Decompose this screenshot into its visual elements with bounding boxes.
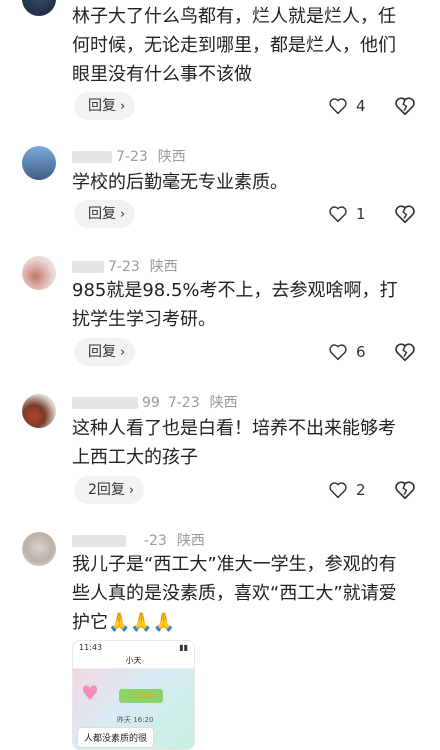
like-count: 6 [356,343,366,361]
comment-meta: 99 7-23 陕西 [72,392,238,412]
avatar[interactable] [22,0,56,16]
reply-label: 2回复 [88,482,125,498]
avatar[interactable] [22,146,56,180]
like-count: 1 [356,205,366,223]
thumb-message: 人都没素质的很 [77,727,155,748]
username-redacted [72,535,126,547]
heart-outline-icon [329,482,347,499]
reply-label: 回复 [88,344,116,360]
like-button[interactable]: 2 [328,478,366,502]
chevron-right-icon: › [120,99,126,114]
comment-date: -23 [144,533,167,549]
comment-location: 陕西 [209,395,238,411]
comment-meta: -23 陕西 [72,530,205,550]
avatar[interactable] [22,532,56,566]
emoji-bubble: ☺☺☺ [119,689,163,703]
comment-date: 7-23 [108,259,140,275]
attached-image[interactable]: 11:43 ▮▮ 小天 ♥ ☺☺☺ 昨天 16:20 人都没素质的很 [72,640,195,750]
like-button[interactable]: 4 [328,94,366,118]
reply-button[interactable]: 回复 › [74,200,136,228]
heart-sticker-icon: ♥ [81,681,99,705]
heart-outline-icon [329,206,347,223]
comment-text: 学校的后勤毫无专业素质。 [72,172,288,193]
comment-text: 林子大了什么鸟都有，烂人就是烂人，任何时候，无论走到哪里，都是烂人，他们眼里没有… [72,6,396,85]
reply-label: 回复 [88,98,116,114]
thumb-chat-title: 小天 [73,655,194,669]
signal-icon: ▮▮ [179,643,188,652]
chevron-right-icon: › [120,345,126,360]
username-redacted [72,151,112,163]
like-button[interactable]: 1 [328,202,366,226]
avatar[interactable] [22,256,56,290]
broken-heart-icon[interactable] [394,202,416,226]
heart-outline-icon [329,344,347,361]
comment-location: 陕西 [157,149,186,165]
comment-text: 我儿子是“西工大”准大一学生，参观的有些人真的是没素质，喜欢“西工大”就请爱护它… [72,554,397,633]
comment-text: 985就是98.5%考不上，去参观啥啊，打扰学生学习考研。 [72,280,398,330]
comment-user: 99 [142,395,160,411]
comment-meta: 7-23 陕西 [72,146,186,166]
username-redacted [72,397,138,409]
thumb-status-bar: 11:43 ▮▮ [73,641,194,655]
like-button[interactable]: 6 [328,340,366,364]
reply-label: 回复 [88,206,116,222]
thumb-status-time: 11:43 [79,643,103,652]
comment-location: 陕西 [176,533,205,549]
reply-button[interactable]: 回复 › [74,338,136,366]
heart-outline-icon [329,98,347,115]
like-count: 2 [356,481,366,499]
reply-button[interactable]: 回复 › [74,92,136,120]
username-redacted [72,261,104,273]
comment-meta: 7-23 陕西 [72,256,178,276]
broken-heart-icon[interactable] [394,94,416,118]
broken-heart-icon[interactable] [394,340,416,364]
comment-date: 7-23 [167,395,200,411]
broken-heart-icon[interactable] [394,478,416,502]
reply-button[interactable]: 2回复 › [74,476,145,504]
chevron-right-icon: › [128,483,135,498]
comment-location: 陕西 [149,259,178,275]
comment-date: 7-23 [116,149,148,165]
chevron-right-icon: › [120,207,126,222]
like-count: 4 [356,97,366,115]
thumb-chat-body: ♥ ☺☺☺ 昨天 16:20 人都没素质的很 [73,669,194,749]
comment-text: 这种人看了也是白看！培养不出来能够考上西工大的孩子 [72,418,396,468]
thumb-time-label: 昨天 16:20 [117,716,154,724]
avatar[interactable] [22,394,56,428]
